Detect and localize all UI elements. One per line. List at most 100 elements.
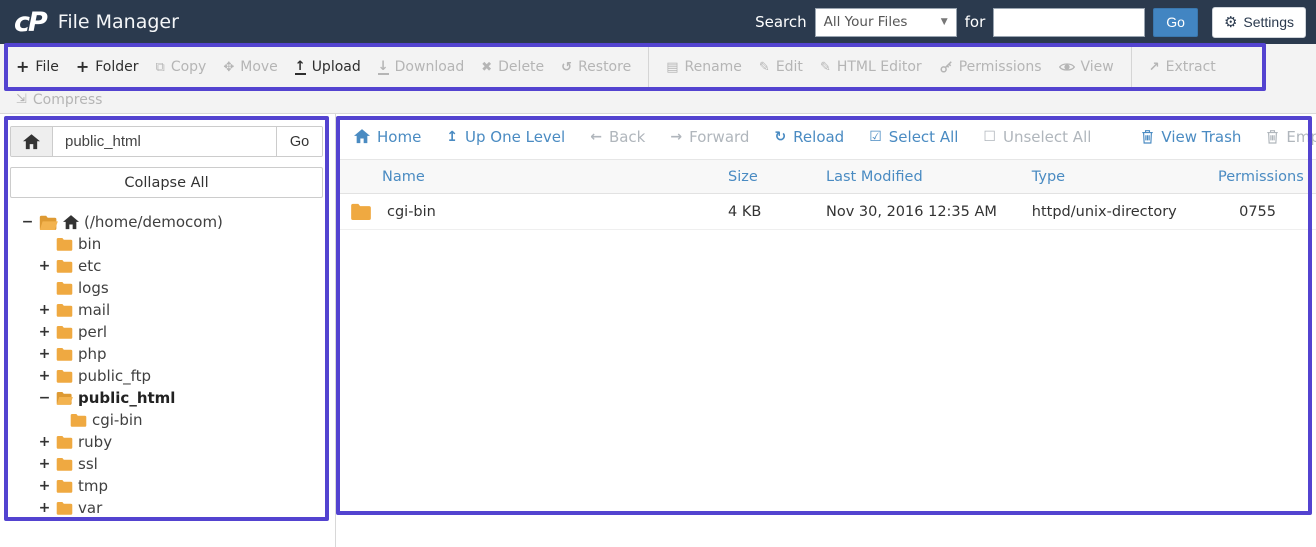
edit-button[interactable]: ✎ Edit <box>759 59 803 75</box>
tree-item-label: etc <box>78 257 102 275</box>
tree-item-label: ruby <box>78 433 113 451</box>
select-all-button[interactable]: ☑ Select All <box>869 128 958 146</box>
home-button[interactable] <box>11 127 53 156</box>
file-last-modified: Nov 30, 2016 12:35 AM <box>826 203 997 220</box>
reload-icon: ↻ <box>774 128 787 145</box>
column-header-permissions[interactable]: Permissions <box>1218 169 1316 185</box>
reload-button[interactable]: ↻ Reload <box>774 128 844 146</box>
upload-button[interactable]: ↑ Upload <box>294 59 361 75</box>
expand-expander-icon[interactable]: + <box>38 500 51 516</box>
main-nav: Home ↥ Up One Level ← Back → Forward ↻ R… <box>336 114 1316 160</box>
expand-expander-icon[interactable]: + <box>38 302 51 318</box>
expand-expander-icon[interactable]: + <box>38 478 51 494</box>
tree-item-label: mail <box>78 301 111 319</box>
restore-button[interactable]: ↺ Restore <box>561 59 631 75</box>
move-icon: ✥ <box>223 59 235 75</box>
html-editor-button[interactable]: ✎ HTML Editor <box>820 59 922 75</box>
folder-icon <box>56 457 73 471</box>
delete-button[interactable]: ✖ Delete <box>481 59 544 75</box>
download-button[interactable]: ↓ Download <box>377 59 464 75</box>
search-scope-select[interactable]: All Your Files ▼ <box>814 7 957 37</box>
path-go-button[interactable]: Go <box>276 127 322 156</box>
checkbox-empty-icon: ☐ <box>983 128 996 145</box>
tree-item-logs[interactable]: logs <box>10 277 323 299</box>
expand-expander-icon[interactable]: + <box>38 258 51 274</box>
column-header-name[interactable]: Name <box>336 169 728 185</box>
tree-item-public-html[interactable]: − public_html <box>10 387 323 409</box>
new-folder-button[interactable]: + Folder <box>76 59 139 76</box>
folder-icon <box>350 203 372 220</box>
permissions-button[interactable]: Permissions <box>939 59 1042 75</box>
collapse-expander-icon[interactable]: − <box>38 390 51 406</box>
column-header-type[interactable]: Type <box>1032 169 1218 185</box>
tree-item-perl[interactable]: + perl <box>10 321 323 343</box>
toolbar: + File + Folder ⧉ Copy ✥ Move ↑ Upload ↓… <box>0 44 1316 114</box>
home-icon <box>63 214 79 230</box>
extract-button[interactable]: ↗ Extract <box>1149 59 1216 75</box>
settings-button[interactable]: ⚙ Settings <box>1211 6 1306 38</box>
copy-button[interactable]: ⧉ Copy <box>156 59 207 75</box>
collapse-all-button[interactable]: Collapse All <box>10 167 323 198</box>
tree-item-label: (/home/democom) <box>84 213 223 231</box>
delete-x-icon: ✖ <box>481 59 493 75</box>
rename-button[interactable]: ▤ Rename <box>666 59 742 75</box>
empty-trash-button[interactable]: Empty Trash <box>1266 128 1316 146</box>
column-header-size[interactable]: Size <box>728 169 826 185</box>
home-icon <box>23 133 40 150</box>
rename-file-icon: ▤ <box>666 59 679 75</box>
unselect-all-button[interactable]: ☐ Unselect All <box>983 128 1091 146</box>
trash-icon <box>1266 129 1279 144</box>
tree-item-php[interactable]: + php <box>10 343 323 365</box>
tree-item-tmp[interactable]: + tmp <box>10 475 323 497</box>
content-area: Go Collapse All − (/home/democom) <box>0 114 1316 547</box>
search-area: Search All Your Files ▼ for Go ⚙ Setting… <box>755 6 1306 38</box>
tree-item-var[interactable]: + var <box>10 497 323 519</box>
collapse-expander-icon[interactable]: − <box>21 214 34 230</box>
compress-button[interactable]: ⇲ Compress <box>16 92 102 108</box>
expand-expander-icon[interactable]: + <box>38 346 51 362</box>
tree-item-label: logs <box>78 279 109 297</box>
expand-expander-icon[interactable]: + <box>38 368 51 384</box>
tree-item-label: var <box>78 499 103 517</box>
tree-item-cgi-bin[interactable]: cgi-bin <box>10 409 323 431</box>
main-panel: Home ↥ Up One Level ← Back → Forward ↻ R… <box>336 114 1316 547</box>
tree-item-bin[interactable]: bin <box>10 233 323 255</box>
expand-expander-icon[interactable]: + <box>38 434 51 450</box>
expand-expander-icon[interactable]: + <box>38 456 51 472</box>
top-bar: cP File Manager Search All Your Files ▼ … <box>0 0 1316 44</box>
file-manager-page: cP File Manager Search All Your Files ▼ … <box>0 0 1316 547</box>
new-file-button[interactable]: + File <box>16 59 59 76</box>
folder-tree: − (/home/democom) bin + etc logs + mail … <box>10 211 323 519</box>
tree-item-public-ftp[interactable]: + public_ftp <box>10 365 323 387</box>
search-go-button[interactable]: Go <box>1153 7 1198 37</box>
expand-expander-icon[interactable]: + <box>38 324 51 340</box>
path-group: Go <box>10 126 323 157</box>
path-input[interactable] <box>53 127 276 156</box>
file-type: httpd/unix-directory <box>1031 203 1177 220</box>
tree-item-etc[interactable]: + etc <box>10 255 323 277</box>
folder-icon <box>56 479 73 493</box>
back-button[interactable]: ← Back <box>590 128 645 146</box>
folder-icon <box>56 237 73 251</box>
open-folder-icon <box>39 215 58 230</box>
table-row-cgi-bin[interactable]: cgi-bin 4 KB Nov 30, 2016 12:35 AM httpd… <box>336 194 1316 230</box>
view-trash-button[interactable]: View Trash <box>1141 128 1241 146</box>
restore-icon: ↺ <box>561 59 573 75</box>
tree-item-label: ssl <box>78 455 98 473</box>
tree-item-ruby[interactable]: + ruby <box>10 431 323 453</box>
up-one-level-button[interactable]: ↥ Up One Level <box>446 128 565 146</box>
tree-item-mail[interactable]: + mail <box>10 299 323 321</box>
gear-icon: ⚙ <box>1223 14 1238 31</box>
checkbox-checked-icon: ☑ <box>869 128 882 145</box>
home-nav-button[interactable]: Home <box>354 128 421 146</box>
forward-button[interactable]: → Forward <box>670 128 749 146</box>
file-name: cgi-bin <box>387 203 436 220</box>
view-button[interactable]: View <box>1058 59 1114 75</box>
search-input[interactable] <box>993 7 1146 37</box>
tree-item-ssl[interactable]: + ssl <box>10 453 323 475</box>
copy-icon: ⧉ <box>155 59 165 75</box>
toolbar-row-1: + File + Folder ⧉ Copy ✥ Move ↑ Upload ↓… <box>0 44 1316 90</box>
move-button[interactable]: ✥ Move <box>223 59 277 75</box>
tree-item-home[interactable]: − (/home/democom) <box>10 211 323 233</box>
column-header-last-modified[interactable]: Last Modified <box>826 169 1032 185</box>
